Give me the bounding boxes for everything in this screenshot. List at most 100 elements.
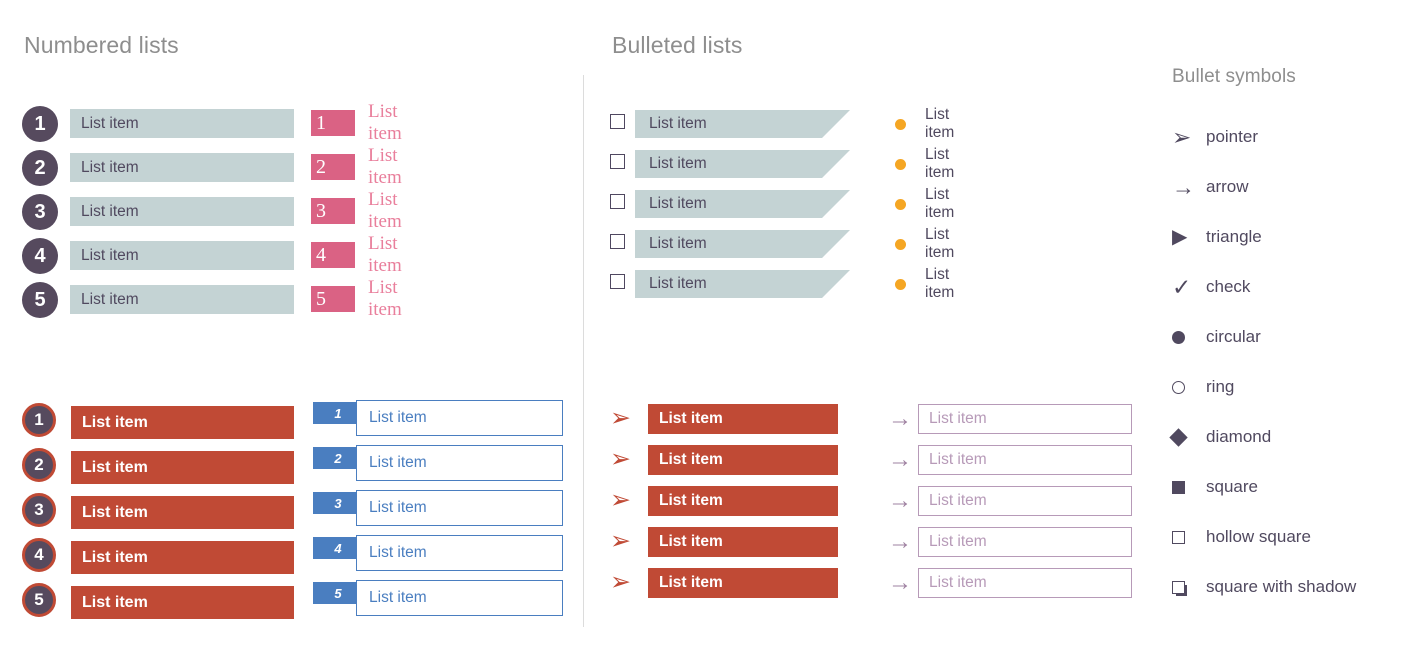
section-title-bullet-symbols: Bullet symbols: [1172, 66, 1296, 87]
list-item-label: List item: [368, 145, 402, 188]
square-icon: [1172, 480, 1206, 494]
number-badge: 4: [22, 538, 56, 572]
diagram-canvas: Numbered lists Bulleted lists Bullet sym…: [0, 0, 1413, 657]
number-badge: 2: [311, 154, 355, 180]
list-item-label: List item: [71, 541, 294, 574]
square-with-shadow-icon: [1172, 580, 1206, 594]
number-badge: 2: [22, 448, 56, 482]
list-item-label: List item: [925, 186, 955, 221]
list-item-label: List item: [918, 445, 1132, 475]
number-badge: 1: [22, 106, 58, 142]
circular-bullet-icon: [895, 279, 906, 290]
list-item: ➢ pointer: [1172, 112, 1356, 162]
list-item-label: List item: [635, 110, 850, 138]
pointer-icon: ➢: [610, 486, 631, 514]
circular-bullet-icon: [895, 119, 906, 130]
symbol-label: hollow square: [1206, 527, 1311, 546]
symbol-label: pointer: [1206, 127, 1258, 146]
pointer-icon: ➢: [610, 568, 631, 596]
number-badge: 1: [22, 403, 56, 437]
list-item-label: List item: [70, 109, 294, 138]
list-item-label: List item: [368, 233, 402, 276]
section-title-numbered-lists: Numbered lists: [24, 32, 179, 58]
list-item: square: [1172, 462, 1356, 512]
list-item-label: List item: [648, 445, 838, 475]
list-item-label: List item: [648, 404, 838, 434]
list-item-label: List item: [70, 153, 294, 182]
arrow-icon: →: [888, 569, 912, 596]
list-item: ring: [1172, 362, 1356, 412]
list-item-label: List item: [356, 580, 563, 616]
list-item: circular: [1172, 312, 1356, 362]
number-badge: 4: [311, 242, 355, 268]
symbol-label: diamond: [1206, 427, 1272, 446]
hollow-square-icon[interactable]: [610, 154, 625, 169]
symbol-label: square with shadow: [1206, 577, 1357, 596]
hollow-square-icon[interactable]: [610, 274, 625, 289]
list-item: ▶ triangle: [1172, 212, 1356, 262]
list-item-label: List item: [648, 527, 838, 557]
number-badge: 3: [22, 493, 56, 527]
list-item-label: List item: [70, 197, 294, 226]
arrow-icon: →: [888, 528, 912, 555]
list-item-label: List item: [356, 445, 563, 481]
list-item-label: List item: [356, 490, 563, 526]
arrow-icon: →: [888, 487, 912, 514]
list-item-label: List item: [635, 230, 850, 258]
pointer-icon: ➢: [610, 445, 631, 473]
list-item-label: List item: [368, 101, 402, 144]
list-item-label: List item: [648, 568, 838, 598]
number-badge: 2: [22, 150, 58, 186]
circular-icon: [1172, 330, 1206, 344]
list-item-label: List item: [925, 226, 955, 261]
symbol-label: circular: [1206, 327, 1261, 346]
pointer-icon: ➢: [1172, 123, 1192, 150]
number-badge: 5: [22, 282, 58, 318]
list-item: → arrow: [1172, 162, 1356, 212]
list-item-label: List item: [356, 535, 563, 571]
hollow-square-icon[interactable]: [610, 114, 625, 129]
pointer-icon: ➢: [610, 527, 631, 555]
list-item-label: List item: [368, 277, 402, 320]
symbol-label: arrow: [1206, 177, 1249, 196]
triangle-icon: ▶: [1172, 226, 1188, 248]
pointer-icon: ➢: [610, 404, 631, 432]
list-item-label: List item: [925, 106, 955, 141]
list-item-label: List item: [71, 586, 294, 619]
list-item-label: List item: [925, 146, 955, 181]
hollow-square-icon: [1172, 530, 1206, 544]
list-item-label: List item: [71, 406, 294, 439]
arrow-icon: →: [1172, 173, 1195, 200]
list-item-label: List item: [918, 568, 1132, 598]
symbol-label: ring: [1206, 377, 1235, 396]
section-title-bulleted-lists: Bulleted lists: [612, 32, 743, 58]
hollow-square-icon[interactable]: [610, 194, 625, 209]
list-item-label: List item: [71, 451, 294, 484]
number-badge: 1: [311, 110, 355, 136]
arrow-icon: →: [888, 405, 912, 432]
arrow-icon: →: [888, 446, 912, 473]
bullet-symbols-legend: ➢ pointer → arrow ▶ triangle ✓ check cir…: [1169, 112, 1356, 612]
number-badge: 4: [22, 238, 58, 274]
list-item: ✓ check: [1172, 262, 1356, 312]
circular-bullet-icon: [895, 199, 906, 210]
list-item-label: List item: [635, 270, 850, 298]
list-item-label: List item: [918, 486, 1132, 516]
number-badge: 5: [22, 583, 56, 617]
list-item-label: List item: [635, 150, 850, 178]
list-item-label: List item: [635, 190, 850, 218]
list-item: square with shadow: [1172, 562, 1356, 612]
list-item-label: List item: [368, 189, 402, 232]
list-item-label: List item: [356, 400, 563, 436]
symbol-label: square: [1206, 477, 1258, 496]
list-item-label: List item: [925, 266, 955, 301]
list-item-label: List item: [648, 486, 838, 516]
diamond-icon: [1169, 427, 1206, 447]
number-badge: 3: [311, 198, 355, 224]
circular-bullet-icon: [895, 159, 906, 170]
hollow-square-icon[interactable]: [610, 234, 625, 249]
list-item-label: List item: [918, 404, 1132, 434]
list-item-label: List item: [71, 496, 294, 529]
list-item-label: List item: [70, 285, 294, 314]
number-badge: 3: [22, 194, 58, 230]
